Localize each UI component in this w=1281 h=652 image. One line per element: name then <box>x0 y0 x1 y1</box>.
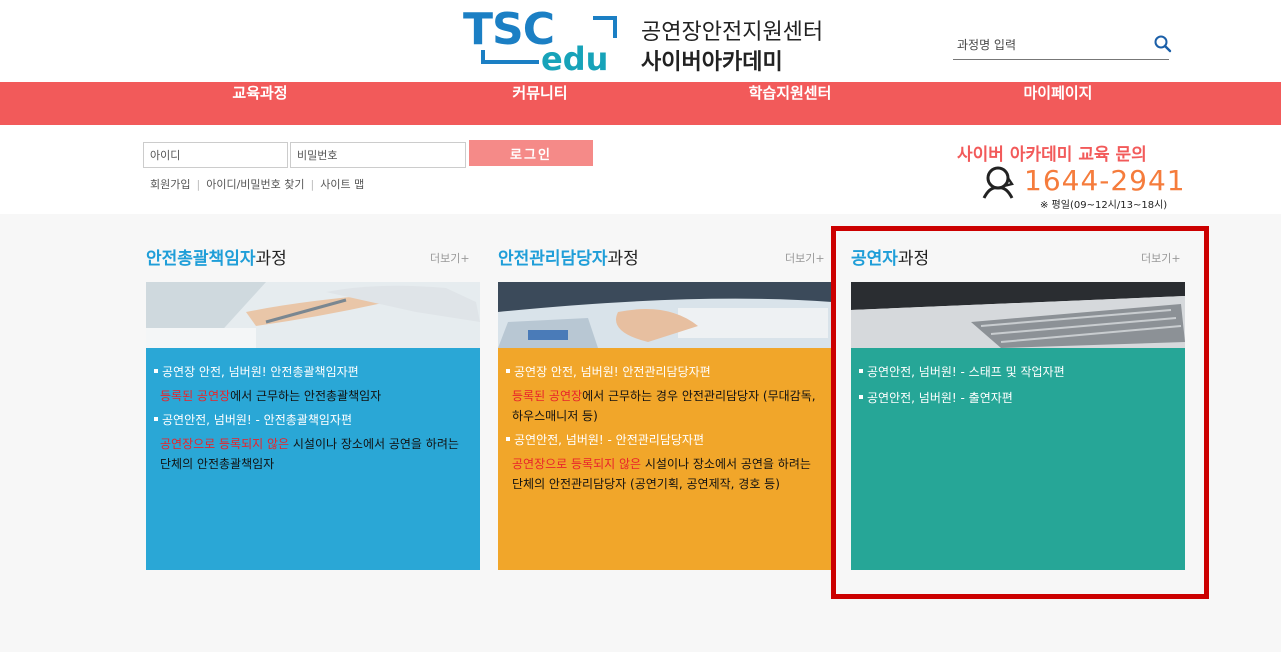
card-title[interactable]: 안전총괄책임자과정 <box>146 244 287 269</box>
course-link-text: 공연안전, 넘버원! - 안전관리담당자편 <box>514 433 704 447</box>
inquiry-title: 사이버 아카데미 교육 문의 <box>957 145 1147 165</box>
site-title-line2: 사이버아카데미 <box>641 50 783 75</box>
course-target-description: 등록된 공연장에서 근무하는 안전총괄책임자 <box>160 386 466 406</box>
course-link[interactable]: 공연장 안전, 넘버원! 안전관리담당자편 <box>506 362 818 382</box>
card-body: 공연장 안전, 넘버원! 안전총괄책임자편 등록된 공연장에서 근무하는 안전총… <box>146 348 480 570</box>
red-highlight-text: 공연장으로 등록되지 않은 <box>512 457 642 471</box>
card-body: 공연장 안전, 넘버원! 안전관리담당자편 등록된 공연장에서 근무하는 경우 … <box>498 348 832 570</box>
search-icon[interactable] <box>1153 34 1173 54</box>
nav-item-mypage[interactable]: 마이페이지 <box>968 82 1148 125</box>
card-title[interactable]: 안전관리담당자과정 <box>498 244 639 269</box>
course-link[interactable]: 공연안전, 넘버원! - 안전관리담당자편 <box>506 430 818 450</box>
card-title-highlight: 안전총괄책임자 <box>146 249 256 269</box>
course-link-text: 공연안전, 넘버원! - 안전총괄책임자편 <box>162 413 352 427</box>
bullet-icon <box>154 417 158 421</box>
login-links: 회원가입 | 아이디/비밀번호 찾기 | 사이트 맵 <box>150 176 364 192</box>
red-highlight-text: 공연장으로 등록되지 않은 <box>160 437 290 451</box>
card-title-highlight: 안전관리담당자 <box>498 249 608 269</box>
signup-link[interactable]: 회원가입 <box>150 178 190 191</box>
search-bar <box>953 32 1172 60</box>
bullet-icon <box>506 437 510 441</box>
divider: | <box>310 178 315 191</box>
nav-item-learning-support[interactable]: 학습지원센터 <box>700 82 880 125</box>
course-search-input[interactable] <box>953 32 1133 58</box>
more-link[interactable]: 더보기+ <box>430 250 470 266</box>
nav-item-community[interactable]: 커뮤니티 <box>450 82 630 125</box>
sitemap-link[interactable]: 사이트 맵 <box>320 178 364 191</box>
course-link[interactable]: 공연안전, 넘버원! - 안전총괄책임자편 <box>154 410 466 430</box>
red-highlight-text: 등록된 공연장 <box>512 389 583 403</box>
red-highlight-text: 등록된 공연장 <box>160 389 231 403</box>
main-nav: 교육과정 커뮤니티 학습지원센터 마이페이지 <box>0 82 1281 125</box>
highlight-annotation-box <box>831 226 1209 599</box>
find-id-password-link[interactable]: 아이디/비밀번호 찾기 <box>206 178 304 191</box>
headset-icon <box>982 166 1014 199</box>
password-input[interactable] <box>290 142 466 168</box>
more-link[interactable]: 더보기+ <box>785 250 825 266</box>
login-button[interactable]: 로그인 <box>469 140 593 166</box>
course-link-text: 공연장 안전, 넘버원! 안전관리담당자편 <box>514 365 711 379</box>
user-id-input[interactable] <box>143 142 288 168</box>
course-target-description: 공연장으로 등록되지 않은 시설이나 장소에서 공연을 하려는 단체의 안전관리… <box>512 454 818 494</box>
inquiry-phone-number: 1644-2941 <box>1024 164 1186 197</box>
logo-edu-text: edu <box>541 40 609 78</box>
tsc-edu-logo[interactable]: TSC edu <box>463 4 623 78</box>
course-target-description: 공연장으로 등록되지 않은 시설이나 장소에서 공연을 하려는 단체의 안전총괄… <box>160 434 466 474</box>
bullet-icon <box>154 369 158 373</box>
card-image-pen-hand <box>146 282 480 348</box>
divider: | <box>196 178 201 191</box>
description-text: 에서 근무하는 안전총괄책임자 <box>230 389 382 403</box>
course-link-text: 공연장 안전, 넘버원! 안전총괄책임자편 <box>162 365 359 379</box>
card-image-laptop-desk <box>498 282 832 348</box>
inquiry-hours: ※ 평일(09~12시/13~18시) <box>1040 200 1168 211</box>
course-link[interactable]: 공연장 안전, 넘버원! 안전총괄책임자편 <box>154 362 466 382</box>
card-title-rest: 과정 <box>255 249 287 269</box>
nav-item-courses[interactable]: 교육과정 <box>170 82 350 125</box>
bullet-icon <box>506 369 510 373</box>
site-header: TSC edu 공연장안전지원센터 사이버아카데미 <box>0 0 1281 82</box>
course-target-description: 등록된 공연장에서 근무하는 경우 안전관리담당자 (무대감독, 하우스매니저 … <box>512 386 818 426</box>
site-title-line1: 공연장안전지원센터 <box>641 20 824 45</box>
card-title-rest: 과정 <box>607 249 639 269</box>
logo-underline-shape <box>481 50 539 64</box>
logo-bracket-shape <box>593 16 617 38</box>
